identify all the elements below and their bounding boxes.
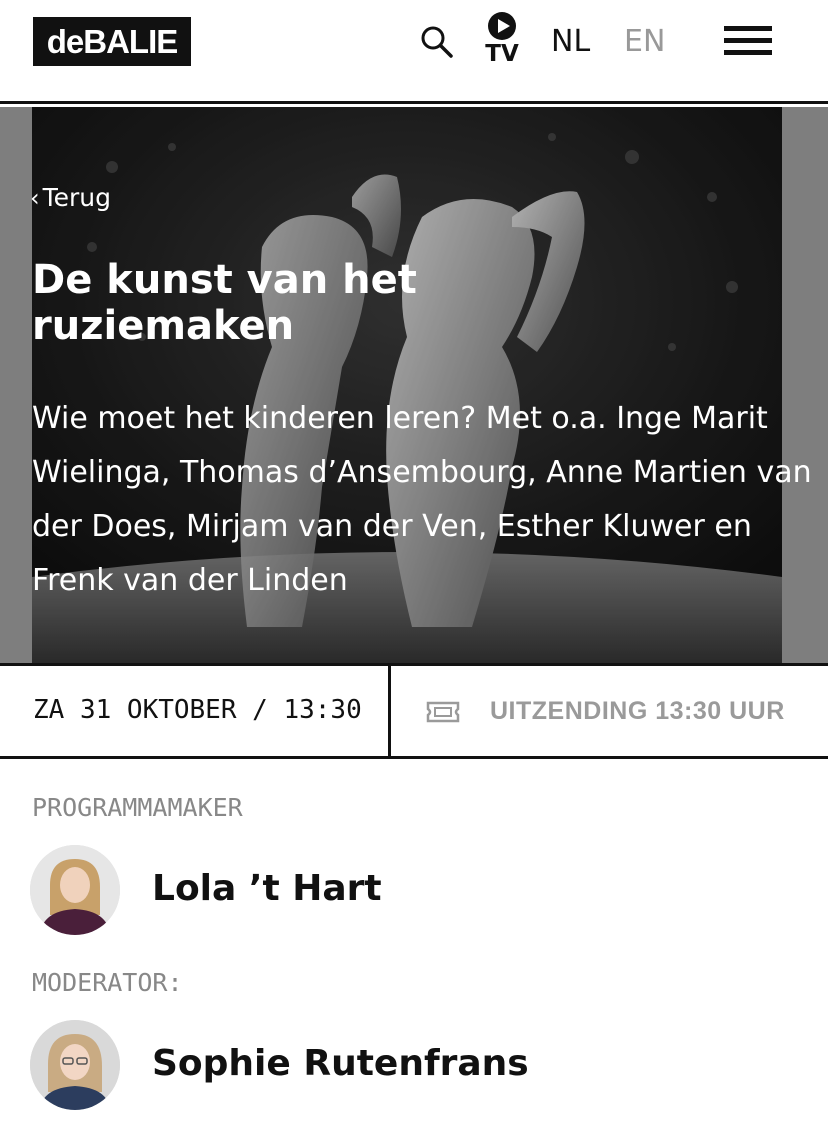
ticket-icon [426, 701, 460, 723]
event-datetime: ZA 31 OKTOBER / 13:30 [33, 695, 362, 725]
back-label: Terug [42, 183, 112, 212]
person-name: Lola ’t Hart [152, 868, 382, 909]
back-link[interactable]: ‹ Terug [30, 182, 111, 214]
role-label-programmamaker: PROGRAMMAMAKER [32, 793, 243, 822]
tv-label: TV [485, 41, 519, 67]
logo[interactable]: deBALIE [33, 17, 191, 66]
person-moderator[interactable]: Sophie Rutenfrans [30, 1020, 790, 1112]
hero-banner: ‹ Terug De kunst van het ruziemaken Wie m… [0, 107, 828, 663]
event-description: Wie moet het kinderen leren? Met o.a. In… [32, 401, 812, 598]
site-header: deBALIE TV NL EN [0, 0, 828, 104]
avatar [30, 845, 120, 935]
event-date-cell: ZA 31 OKTOBER / 13:30 [0, 666, 391, 756]
search-icon[interactable] [420, 25, 454, 59]
ticket-label: UITZENDING 13:30 UUR [490, 697, 785, 725]
avatar [30, 1020, 120, 1110]
page-title: De kunst van het ruziemaken [32, 257, 417, 349]
language-nl[interactable]: NL [551, 24, 590, 60]
language-en[interactable]: EN [624, 24, 665, 60]
tv-button[interactable]: TV [481, 11, 523, 67]
ticket-button[interactable]: UITZENDING 13:30 UUR [394, 666, 828, 756]
role-label-moderator: MODERATOR: [32, 968, 183, 997]
person-name: Sophie Rutenfrans [152, 1043, 529, 1084]
play-icon [488, 12, 516, 40]
chevron-left-icon: ‹ [30, 184, 40, 212]
event-info-bar: ZA 31 OKTOBER / 13:30 UITZENDING 13:30 U… [0, 663, 828, 759]
hamburger-menu-icon[interactable] [724, 26, 772, 56]
person-programmamaker[interactable]: Lola ’t Hart [30, 845, 790, 937]
